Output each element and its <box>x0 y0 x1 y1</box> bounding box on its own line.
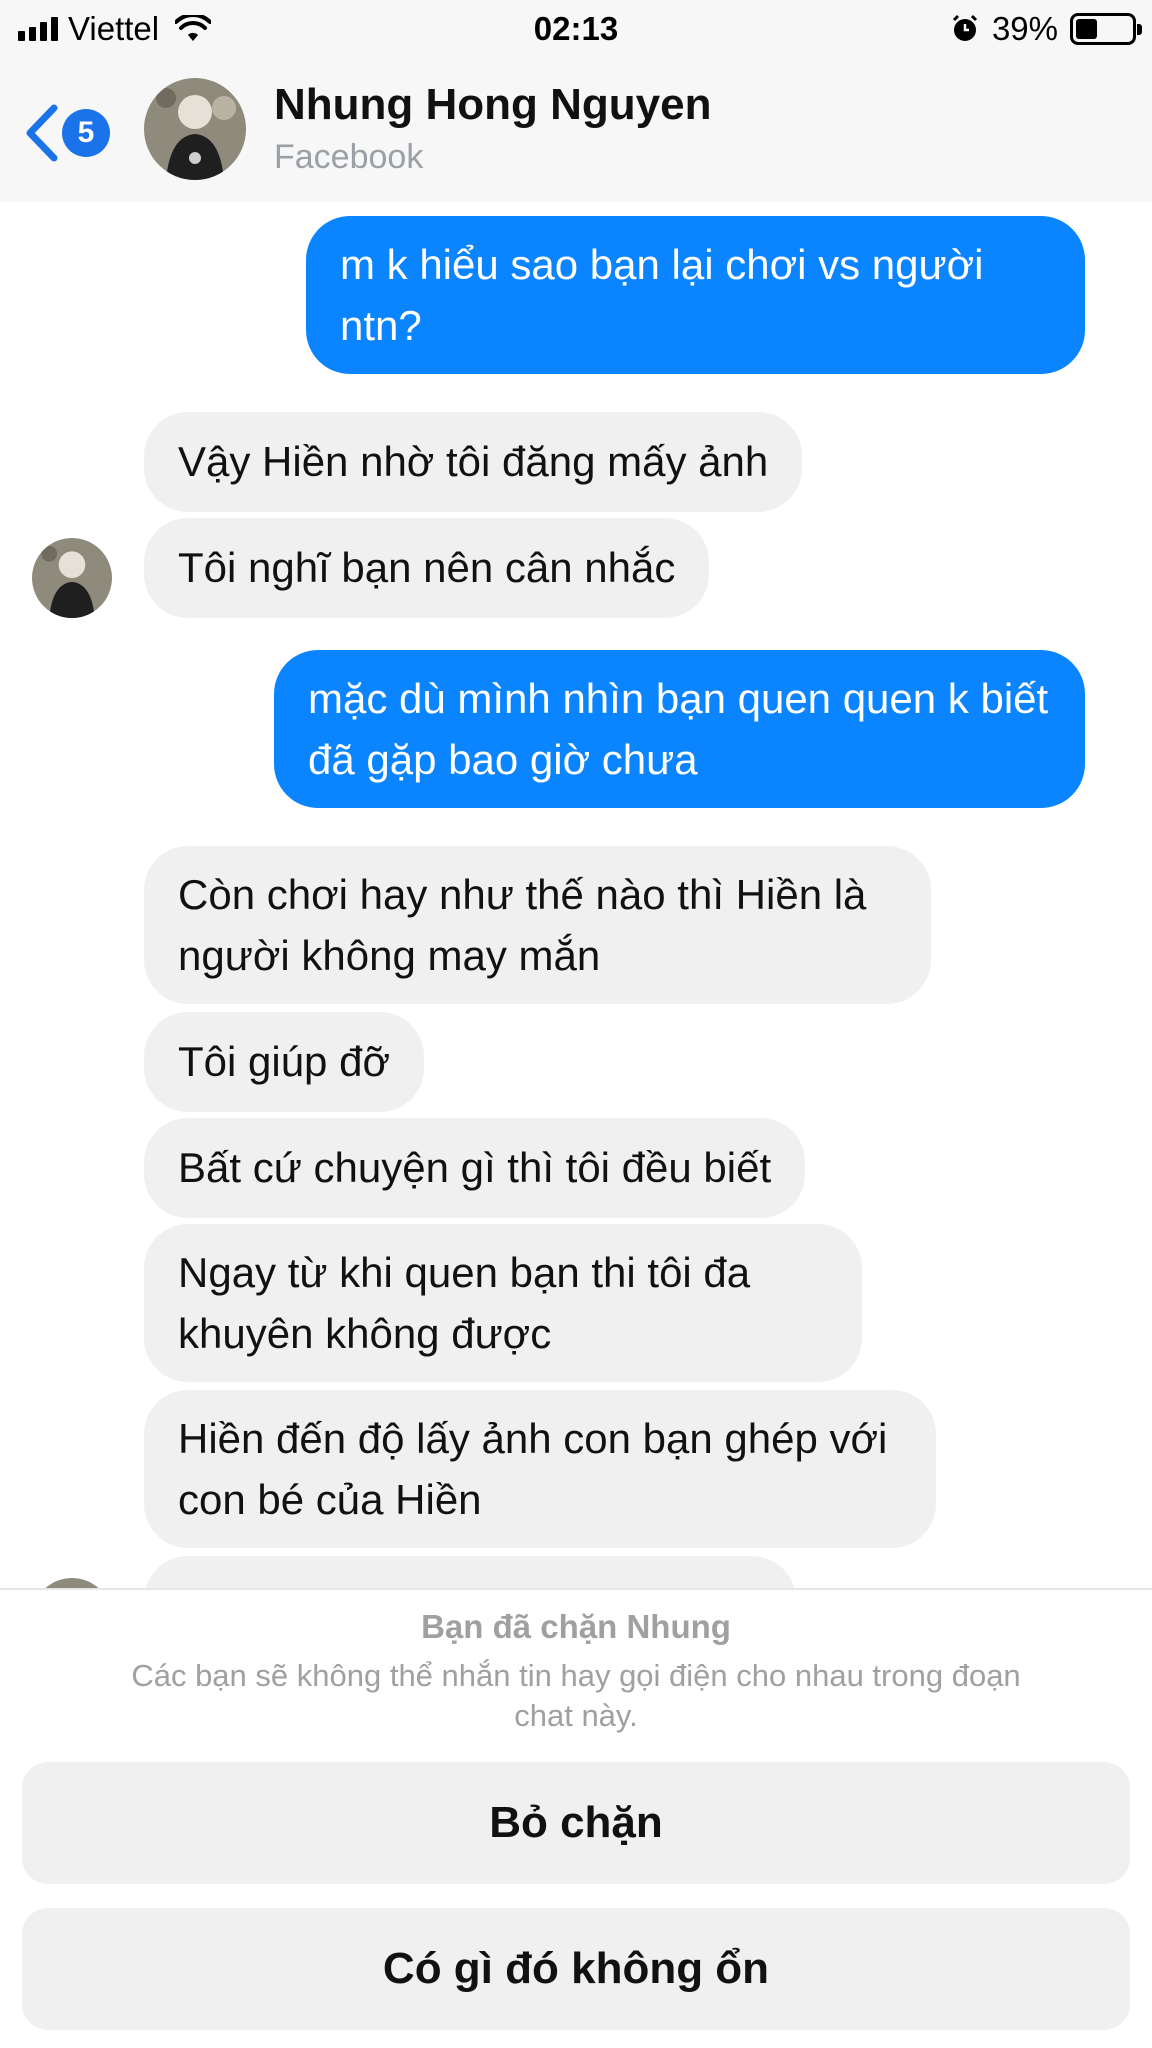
unread-count-badge: 5 <box>62 109 110 157</box>
message-bubble-incoming[interactable]: Tôi nghĩ bạn nên cân nhắc <box>144 518 710 618</box>
blocked-description: Các bạn sẽ không thể nhắn tin hay gọi đi… <box>131 1658 1021 1733</box>
message-bubble-outgoing[interactable]: m k hiểu sao bạn lại chơi vs người ntn? <box>306 216 1085 374</box>
contact-avatar[interactable] <box>144 78 246 180</box>
chat-header: 5 Nhung Hong Nguyen Facebook <box>0 58 1152 202</box>
message-bubble-incoming[interactable]: Bất cứ chuyện gì thì tôi đều biết <box>144 1118 806 1218</box>
sender-avatar <box>32 538 112 618</box>
back-button[interactable]: 5 <box>24 98 120 168</box>
message-bubble-incoming[interactable]: Vậy Hiền nhờ tôi đăng mấy ảnh <box>144 412 803 512</box>
unblock-button[interactable]: Bỏ chặn <box>22 1762 1130 1884</box>
message-bubble-incoming[interactable]: Hiền đến độ lấy ảnh con bạn ghép với con… <box>144 1390 936 1548</box>
battery-icon <box>1070 13 1142 45</box>
blocked-panel: Bạn đã chặn Nhung Các bạn sẽ không thể n… <box>0 1588 1152 2048</box>
battery-percent: 39% <box>991 10 1058 47</box>
message-bubble-incoming[interactable]: Còn chơi hay như thế nào thì Hiền là ngư… <box>144 846 931 1004</box>
status-right: 39% <box>950 10 1142 48</box>
contact-name: Nhung Hong Nguyen <box>274 80 712 129</box>
message-bubble-incoming[interactable]: Ngay từ khi quen bạn thi tôi đa khuyên k… <box>144 1224 862 1382</box>
message-bubble-incoming[interactable]: Tôi giúp đỡ <box>144 1012 424 1112</box>
back-chevron-icon <box>26 104 58 162</box>
battery-fill <box>1076 19 1098 39</box>
contact-subtitle: Facebook <box>274 138 424 176</box>
blocked-title: Bạn đã chặn Nhung <box>421 1608 731 1645</box>
report-problem-button[interactable]: Có gì đó không ổn <box>22 1908 1130 2030</box>
status-bar: Viettel 02:13 39% <box>0 0 1152 58</box>
sender-avatar <box>32 1578 112 1588</box>
message-bubble-outgoing[interactable]: mặc dù mình nhìn bạn quen quen k biết đã… <box>274 650 1085 808</box>
message-bubble-incoming-partial <box>144 1556 796 1588</box>
alarm-icon <box>952 14 977 41</box>
message-list[interactable]: m k hiểu sao bạn lại chơi vs người ntn? … <box>0 202 1152 1588</box>
